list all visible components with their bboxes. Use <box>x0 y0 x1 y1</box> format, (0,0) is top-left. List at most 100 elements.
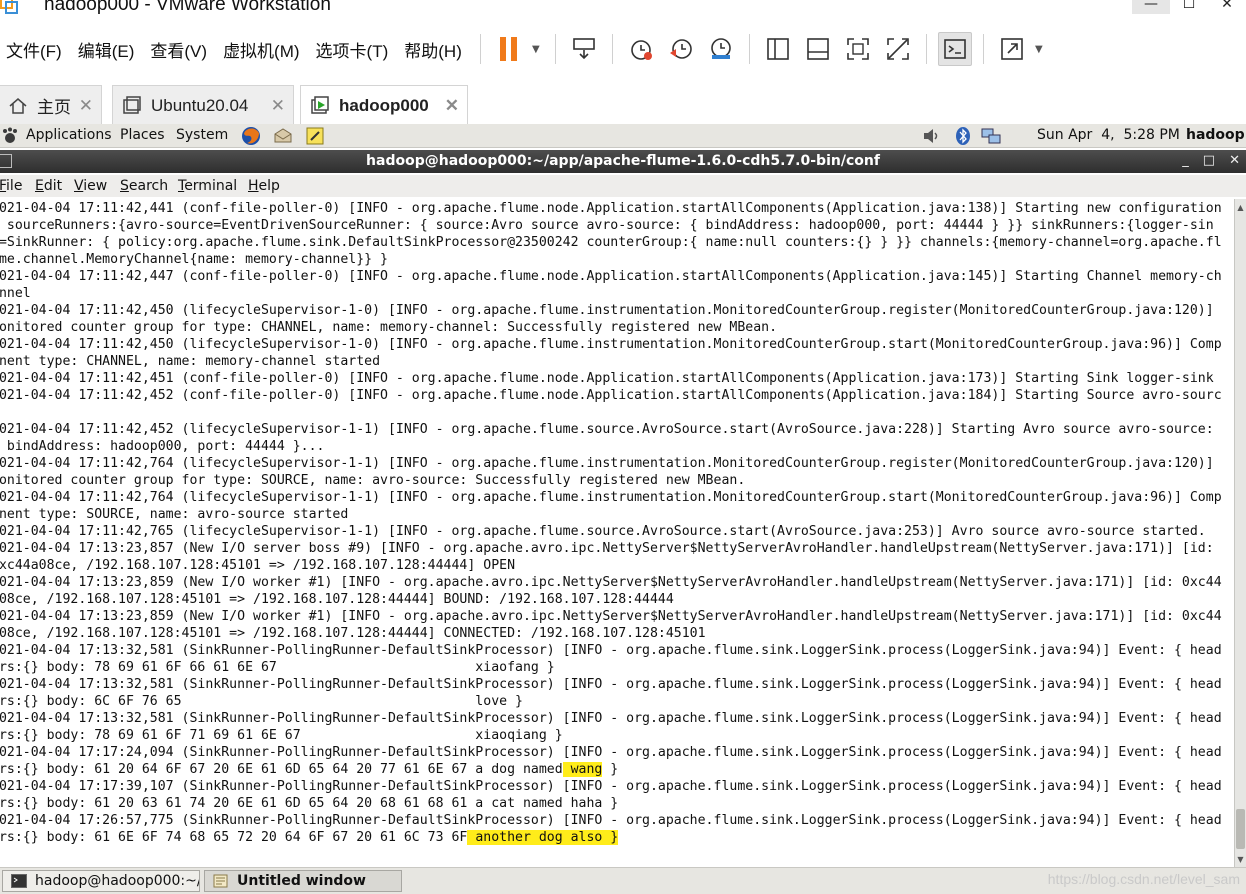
terminal-log: 2021-04-04 17:11:42,441 (conf-file-polle… <box>0 200 1222 846</box>
panel-user[interactable]: hadoop <box>1186 127 1245 143</box>
gnome-bottom-panel: hadoop@hadoop000:~/app/apache-flume-1.6.… <box>0 867 1246 894</box>
vmware-toolbar: 文件(F) 编辑(E) 查看(V) 虚拟机(M) 选项卡(T) 帮助(H) ▼ … <box>0 24 1246 74</box>
highlighted-text: another dog also } <box>467 830 619 845</box>
term-menu-edit[interactable]: Edit <box>35 178 62 194</box>
full-screen-icon[interactable] <box>841 32 875 66</box>
terminal-line: 2021-04-04 17:11:42,452 (conf-file-polle… <box>0 388 1222 403</box>
menu-file[interactable]: 文件(F) <box>0 37 72 62</box>
scroll-up-icon[interactable]: ▲ <box>1235 201 1246 213</box>
tab-hadoop000[interactable]: hadoop000 ✕ <box>300 85 468 125</box>
terminal-line: onent type: SOURCE, name: avro-source st… <box>0 507 349 522</box>
pause-icon[interactable] <box>492 32 526 66</box>
terminal-line: ers:{} body: 6C 6F 76 65 love } <box>0 694 523 709</box>
menu-edit[interactable]: 编辑(E) <box>72 37 145 62</box>
close-icon[interactable]: ✕ <box>79 96 93 116</box>
volume-icon[interactable] <box>921 126 941 146</box>
terminal-line: onent type: CHANNEL, name: memory-channe… <box>0 354 381 369</box>
tab-home[interactable]: 主页 ✕ <box>0 85 102 125</box>
library-view-icon[interactable] <box>761 32 795 66</box>
terminal-line: Monitored counter group for type: SOURCE… <box>0 473 746 488</box>
terminal-line: 2021-04-04 17:13:23,859 (New I/O worker … <box>0 575 1222 590</box>
minimize-button[interactable]: — <box>1132 0 1170 14</box>
taskbar-untitled[interactable]: Untitled window <box>204 870 402 892</box>
home-icon <box>7 95 29 117</box>
terminal-scrollbar[interactable]: ▲ ▼ <box>1234 199 1246 867</box>
menu-tabs[interactable]: 选项卡(T) <box>310 37 399 62</box>
window-icon <box>213 874 228 888</box>
scrollbar-thumb[interactable] <box>1236 809 1245 849</box>
terminal-line: { sourceRunners:{avro-source=EventDriven… <box>0 218 1214 233</box>
terminal-menu-bar: File Edit View Search Terminal Help <box>0 175 1246 197</box>
stretch-guest-icon[interactable] <box>995 32 1029 66</box>
console-view-icon[interactable] <box>937 32 972 66</box>
terminal-maximize-button[interactable]: □ <box>1203 153 1215 168</box>
terminal-line: 2021-04-04 17:11:42,764 (lifecycleSuperv… <box>0 490 1222 505</box>
vmware-logo-icon <box>0 0 18 14</box>
term-menu-search[interactable]: Search <box>120 178 168 194</box>
terminal-line: 2021-04-04 17:13:32,581 (SinkRunner-Poll… <box>0 643 1222 658</box>
snapshot-take-icon[interactable] <box>624 32 658 66</box>
taskbar-terminal[interactable]: hadoop@hadoop000:~/app/apache-flume-1.6.… <box>2 870 200 892</box>
panel-system-menu[interactable]: System <box>176 127 228 143</box>
network-icon[interactable] <box>981 126 1001 146</box>
toolbar-separator <box>925 34 927 64</box>
snapshot-manager-icon[interactable] <box>704 32 738 66</box>
terminal-line: 0xc44a08ce, /192.168.107.128:45101 => /1… <box>0 558 516 573</box>
menu-vm[interactable]: 虚拟机(M) <box>217 37 309 62</box>
terminal-minimize-button[interactable]: _ <box>1182 153 1189 168</box>
taskbar-label: hadoop@hadoop000:~/app/apache-flume-1.6.… <box>35 873 200 889</box>
menu-help[interactable]: 帮助(H) <box>398 37 472 62</box>
close-icon[interactable]: ✕ <box>445 96 459 116</box>
term-menu-file[interactable]: File <box>0 178 22 194</box>
terminal-title-bar: hadoop@hadoop000:~/app/apache-flume-1.6.… <box>0 150 1246 173</box>
toolbar-separator <box>479 34 481 64</box>
term-menu-view[interactable]: View <box>74 178 107 194</box>
terminal-line: Monitored counter group for type: CHANNE… <box>0 320 778 335</box>
vm-icon <box>121 95 143 117</box>
send-keys-icon[interactable] <box>567 32 601 66</box>
mail-icon[interactable] <box>273 126 293 146</box>
highlighted-text: wang <box>562 762 603 777</box>
terminal-output[interactable]: 2021-04-04 17:11:42,441 (conf-file-polle… <box>0 199 1234 867</box>
gnome-top-panel: Applications Places System Sun Apr 4, 5:… <box>0 124 1246 148</box>
vm-running-icon <box>309 95 331 117</box>
panel-places-menu[interactable]: Places <box>120 127 165 143</box>
firefox-icon[interactable] <box>241 126 261 146</box>
tab-label: hadoop000 <box>339 95 429 115</box>
menu-view[interactable]: 查看(V) <box>144 37 217 62</box>
toolbar-separator <box>982 34 984 64</box>
terminal-line: ume.channel.MemoryChannel{name: memory-c… <box>0 252 388 267</box>
term-menu-help[interactable]: Help <box>248 178 280 194</box>
terminal-line: 2021-04-04 17:13:32,581 (SinkRunner-Poll… <box>0 677 1222 692</box>
terminal-icon <box>11 874 27 888</box>
notes-icon[interactable] <box>305 126 325 146</box>
terminal-line: e <box>0 404 1222 421</box>
close-icon[interactable]: ✕ <box>271 96 285 116</box>
chevron-down-icon[interactable]: ▼ <box>529 44 543 55</box>
term-menu-terminal[interactable]: Terminal <box>178 178 237 194</box>
tab-ubuntu[interactable]: Ubuntu20.04 ✕ <box>112 85 294 125</box>
maximize-button[interactable]: ☐ <box>1170 0 1208 14</box>
unity-icon[interactable] <box>881 32 915 66</box>
terminal-line: 2021-04-04 17:11:42,765 (lifecycleSuperv… <box>0 524 1206 539</box>
scroll-down-icon[interactable]: ▼ <box>1235 853 1246 865</box>
bluetooth-icon[interactable] <box>953 126 973 146</box>
chevron-down-icon[interactable]: ▼ <box>1032 44 1046 55</box>
terminal-line: 2021-04-04 17:26:57,775 (SinkRunner-Poll… <box>0 813 1222 828</box>
terminal-line: k=SinkRunner: { policy:org.apache.flume.… <box>0 235 1222 250</box>
terminal-line: 2021-04-04 17:11:42,451 (conf-file-polle… <box>0 371 1214 386</box>
terminal-line: 2021-04-04 17:11:42,450 (lifecycleSuperv… <box>0 303 1214 318</box>
window-title: hadoop000 - VMware Workstation <box>44 0 331 15</box>
panel-clock[interactable]: Sun Apr 4, 5:28 PM <box>1037 127 1180 143</box>
panel-applications-menu[interactable]: Applications <box>26 127 112 143</box>
snapshot-revert-icon[interactable] <box>664 32 698 66</box>
watermark-text: https://blog.csdn.net/level_sam <box>1047 871 1240 887</box>
close-button[interactable]: ✕ <box>1208 0 1246 14</box>
taskbar-label: Untitled window <box>237 873 366 889</box>
toolbar-separator <box>611 34 613 64</box>
terminal-close-button[interactable]: ✕ <box>1229 153 1240 168</box>
terminal-line: 2021-04-04 17:11:42,452 (lifecycleSuperv… <box>0 422 1214 437</box>
terminal-title: hadoop@hadoop000:~/app/apache-flume-1.6.… <box>366 153 880 169</box>
terminal-line: a08ce, /192.168.107.128:45101 => /192.16… <box>0 592 674 607</box>
thumbnail-bar-icon[interactable] <box>801 32 835 66</box>
